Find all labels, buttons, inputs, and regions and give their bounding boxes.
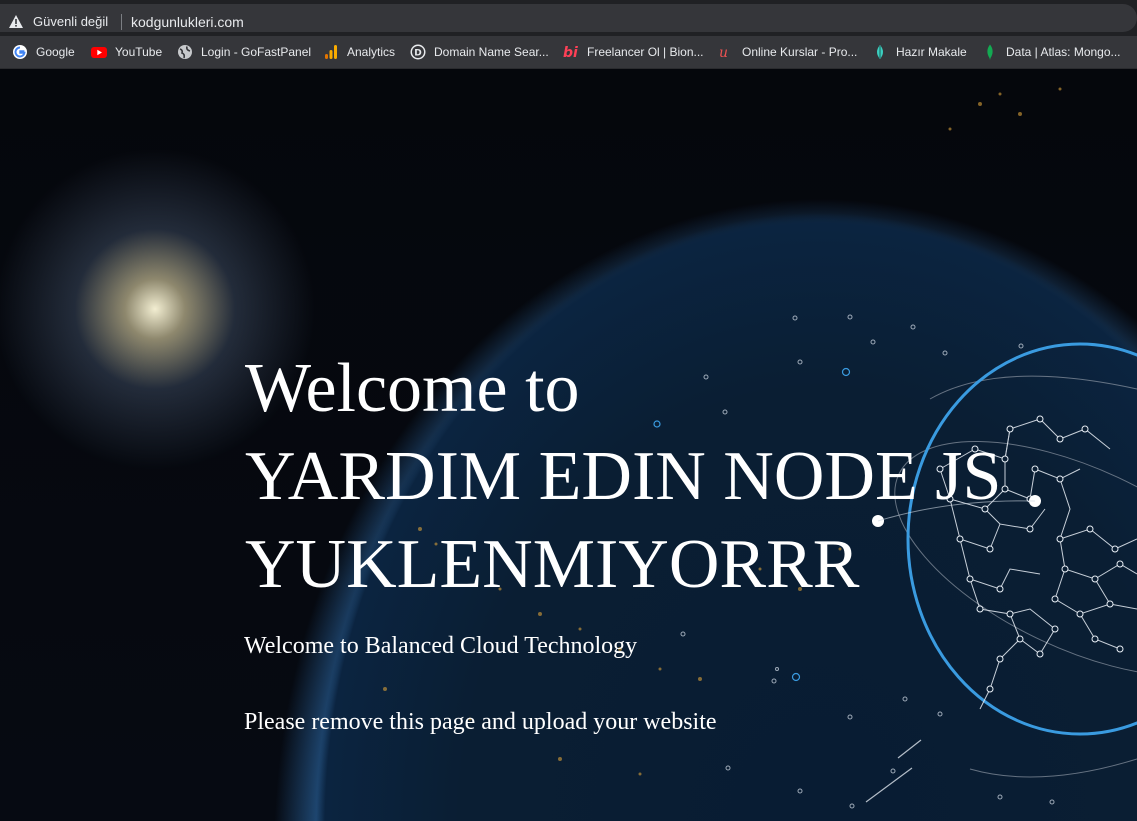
bookmark-label: Online Kurslar - Pro... xyxy=(742,45,858,59)
bookmark-label: Hazır Makale xyxy=(896,45,967,59)
bookmark-analytics[interactable]: Analytics xyxy=(323,36,395,68)
udemy-icon: u xyxy=(719,45,728,60)
streak-lines xyxy=(865,739,922,803)
omnibox[interactable]: Güvenli değil kodgunlukleri.com xyxy=(0,4,1137,32)
bi-logo-icon: bi xyxy=(563,45,578,60)
bookmark-label: Domain Name Sear... xyxy=(434,45,549,59)
bookmark-domain-search[interactable]: D Domain Name Sear... xyxy=(410,36,549,68)
bookmark-hazir-makale[interactable]: Hazır Makale xyxy=(872,36,967,68)
address-divider xyxy=(121,14,122,30)
page-subtitle: Welcome to Balanced Cloud Technology xyxy=(244,633,638,659)
globe-icon xyxy=(178,45,192,59)
analytics-icon xyxy=(325,45,337,59)
headline-line-1: Welcome to xyxy=(245,350,580,427)
headline-line-2: YARDIM EDIN NODE JS xyxy=(245,438,1002,515)
svg-text:bi: bi xyxy=(563,45,578,60)
bookmark-label: Freelancer Ol | Bion... xyxy=(587,45,704,59)
bookmark-bionluk[interactable]: bi Freelancer Ol | Bion... xyxy=(563,36,704,68)
google-icon xyxy=(13,45,27,59)
bookmark-mongodb-atlas[interactable]: Data | Atlas: Mongo... xyxy=(982,36,1121,68)
d-letter-icon: D xyxy=(410,44,426,60)
browser-address-bar: Güvenli değil kodgunlukleri.com xyxy=(0,0,1137,36)
mongodb-leaf-icon xyxy=(987,44,993,60)
bookmark-label: YouTube xyxy=(115,45,163,59)
security-status-label[interactable]: Güvenli değil xyxy=(33,14,108,29)
bookmark-udemy[interactable]: u Online Kurslar - Pro... xyxy=(718,36,857,68)
youtube-icon xyxy=(91,47,107,58)
headline-line-3: YUKLENMIYORRR xyxy=(245,526,860,603)
bookmarks-bar: Google YouTube Login - GoFastPanel Analy… xyxy=(0,36,1137,69)
bookmark-label: Data | Atlas: Mongo... xyxy=(1006,45,1121,59)
bookmark-label: Google xyxy=(36,45,75,59)
bookmark-label: Analytics xyxy=(347,45,396,59)
bookmark-label: Login - GoFastPanel xyxy=(201,45,312,59)
page-headline: Welcome to YARDIM EDIN NODE JS YUKLENMIY… xyxy=(245,345,1001,609)
url-text[interactable]: kodgunlukleri.com xyxy=(131,14,244,30)
svg-text:D: D xyxy=(414,49,421,59)
bookmark-gofastpanel[interactable]: Login - GoFastPanel xyxy=(177,36,311,68)
leaf-icon xyxy=(877,45,883,59)
warning-triangle-icon[interactable] xyxy=(9,15,23,28)
svg-text:u: u xyxy=(719,45,728,60)
page-instruction: Please remove this page and upload your … xyxy=(244,709,717,735)
bookmark-google[interactable]: Google xyxy=(12,36,75,68)
hero-section: Welcome to YARDIM EDIN NODE JS YUKLENMIY… xyxy=(0,69,1137,821)
bookmark-youtube[interactable]: YouTube xyxy=(91,36,162,68)
